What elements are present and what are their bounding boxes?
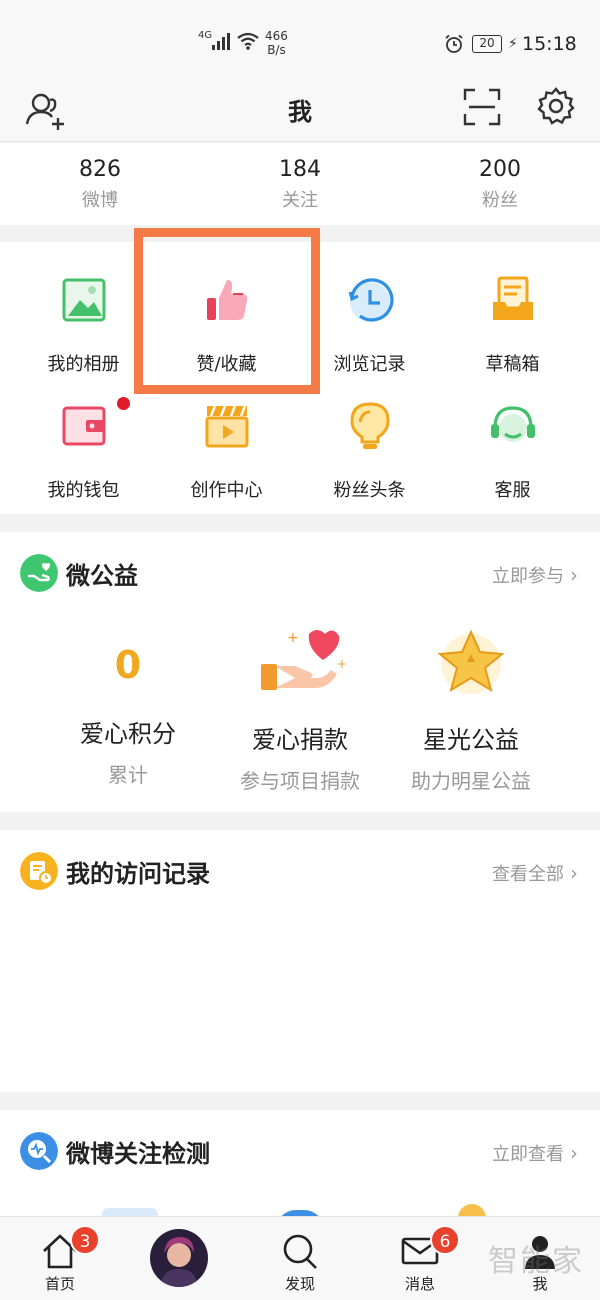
profile-stats: 826 微博 184 关注 200 粉丝 <box>0 143 600 225</box>
view-all-link[interactable]: 查看全部 › <box>492 860 578 886</box>
signal-icon <box>212 32 230 50</box>
stat-value: 200 <box>479 157 521 182</box>
speed-value: 466 <box>265 29 288 43</box>
stat-weibo[interactable]: 826 微博 <box>0 143 200 225</box>
nav-label: 首页 <box>44 1275 75 1293</box>
tile-drafts[interactable]: 草稿箱 <box>441 272 584 376</box>
scan-icon[interactable] <box>463 88 501 126</box>
search-icon <box>283 1234 317 1269</box>
nav-label: 消息 <box>404 1275 435 1293</box>
svg-text:+: + <box>287 630 299 646</box>
section-title: 我的访问记录 <box>66 860 210 888</box>
link-label: 立即查看 <box>492 1144 564 1165</box>
star-charity-icon <box>437 629 505 694</box>
nav-messages[interactable]: 6 消息 <box>360 1217 480 1300</box>
chevron-right-icon: › <box>570 1141 578 1165</box>
charity-item-title: 爱心积分 <box>80 720 176 748</box>
wallet-icon <box>62 406 105 446</box>
notification-dot <box>117 397 130 410</box>
home-badge: 3 <box>70 1225 100 1255</box>
charity-item-subtitle: 参与项目捐款 <box>240 769 360 793</box>
network-speed: 466 B/s <box>265 29 288 57</box>
partial-icon-left <box>102 1208 158 1216</box>
donation-hand-heart-icon: + + <box>261 630 345 690</box>
page-title: 我 <box>288 98 312 126</box>
network-type: 4G <box>198 30 213 41</box>
messages-badge: 6 <box>430 1225 460 1255</box>
draft-box-icon <box>492 276 533 320</box>
join-now-link[interactable]: 立即参与 › <box>492 562 578 588</box>
history-clock-icon <box>348 278 393 322</box>
tile-creator-center[interactable]: 创作中心 <box>155 398 298 502</box>
stat-followers[interactable]: 200 粉丝 <box>400 143 600 225</box>
avatar-photo <box>150 1229 208 1287</box>
headset-icon <box>490 406 535 442</box>
visit-record-icon <box>20 852 58 890</box>
check-now-link[interactable]: 立即查看 › <box>492 1140 578 1166</box>
album-icon <box>62 278 105 322</box>
charging-icon: ⚡ <box>508 36 518 52</box>
charity-points[interactable]: 0 爱心积分 累计 <box>28 640 228 788</box>
clock: 15:18 <box>522 33 577 55</box>
charity-section: 微公益 立即参与 › 0 爱心积分 累计 + + 爱心捐款 参与项目捐款 星光公益… <box>0 532 600 812</box>
tile-label: 创作中心 <box>190 480 263 501</box>
chevron-right-icon: › <box>570 563 578 587</box>
settings-gear-icon[interactable] <box>536 86 576 126</box>
charity-donation[interactable]: + + 爱心捐款 参与项目捐款 <box>200 626 400 794</box>
partial-icon-right <box>458 1204 486 1216</box>
tile-fan-headlines[interactable]: 粉丝头条 <box>298 398 441 502</box>
charity-item-title: 爱心捐款 <box>252 726 348 754</box>
section-header: 我的访问记录 查看全部 › <box>0 830 600 910</box>
section-header: 微公益 立即参与 › <box>0 532 600 612</box>
section-title: 微公益 <box>66 562 138 590</box>
alarm-icon <box>445 34 463 53</box>
charity-item-title: 星光公益 <box>423 726 519 754</box>
section-title: 微博关注检测 <box>66 1140 210 1168</box>
stat-value: 826 <box>79 157 121 182</box>
stat-label: 微博 <box>82 190 118 211</box>
stat-label: 关注 <box>282 190 318 211</box>
charity-star[interactable]: 星光公益 助力明星公益 <box>371 626 571 794</box>
link-label: 查看全部 <box>492 864 564 885</box>
tile-wallet[interactable]: 我的钱包 <box>12 398 155 502</box>
highlight-box <box>134 228 320 394</box>
charity-item-subtitle: 助力明星公益 <box>411 769 531 793</box>
charity-item-subtitle: 累计 <box>108 763 148 787</box>
tile-label: 粉丝头条 <box>333 480 406 501</box>
nav-home[interactable]: 3 首页 <box>0 1217 120 1300</box>
battery-icon: 20 <box>472 35 502 53</box>
tile-label: 我的钱包 <box>47 480 120 501</box>
svg-text:+: + <box>337 657 345 671</box>
watermark: 智能家 <box>488 1244 584 1279</box>
charity-hand-heart-icon <box>20 554 58 592</box>
stat-following[interactable]: 184 关注 <box>200 143 400 225</box>
tile-label: 草稿箱 <box>485 354 540 375</box>
follow-check-icon <box>20 1132 58 1170</box>
status-bar: 4G 466 B/s 20 ⚡ 15:18 <box>0 0 600 80</box>
visit-records-section: 我的访问记录 查看全部 › <box>0 830 600 1092</box>
avatar[interactable] <box>150 1229 208 1287</box>
chevron-right-icon: › <box>570 861 578 885</box>
tile-label: 客服 <box>494 480 531 501</box>
wifi-icon <box>237 32 259 50</box>
speed-unit: B/s <box>267 43 286 57</box>
lightbulb-icon <box>349 402 390 449</box>
link-label: 立即参与 <box>492 566 564 587</box>
tile-customer-service[interactable]: 客服 <box>441 398 584 502</box>
follow-check-section: 微博关注检测 立即查看 › <box>0 1110 600 1216</box>
nav-discover[interactable]: 发现 <box>240 1217 360 1300</box>
stat-value: 184 <box>279 157 321 182</box>
top-bar: 我 <box>0 80 600 142</box>
stat-label: 粉丝 <box>482 190 518 211</box>
clapperboard-icon <box>205 405 248 448</box>
section-header: 微博关注检测 立即查看 › <box>0 1110 600 1190</box>
points-value: 0 <box>114 643 142 687</box>
nav-label: 发现 <box>284 1275 315 1293</box>
